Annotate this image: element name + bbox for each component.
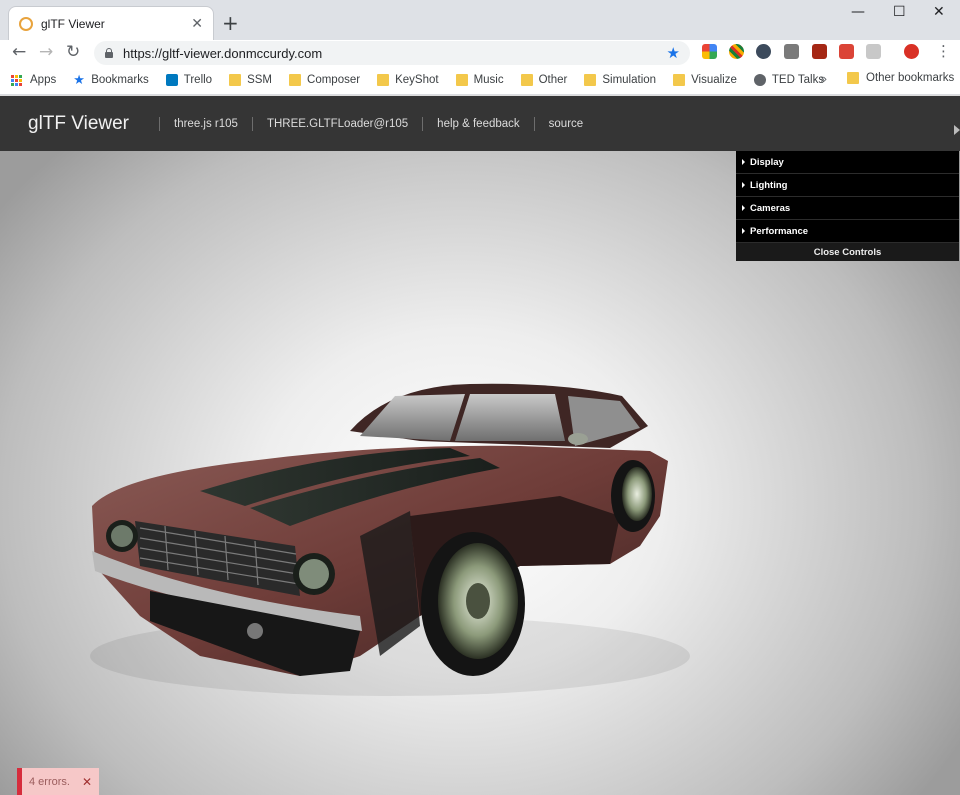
new-tab-icon[interactable]: + — [222, 11, 239, 35]
folder-display[interactable]: Display — [736, 151, 959, 174]
bookmark-label: Bookmarks — [91, 74, 149, 86]
side-panel-caret-icon[interactable] — [954, 125, 960, 135]
profile-avatar[interactable] — [904, 44, 919, 59]
folder-cameras[interactable]: Cameras — [736, 197, 959, 220]
bookmark-item[interactable]: TED Talks — [753, 74, 825, 86]
bookmark-item[interactable]: Composer — [289, 74, 360, 86]
header-divider — [533, 116, 535, 131]
bookmark-label: Simulation — [602, 74, 657, 86]
extension-icon[interactable] — [702, 44, 717, 59]
app-header: glTF Viewer three.js r105 THREE.GLTFLoad… — [0, 96, 960, 151]
folder-icon — [455, 74, 468, 86]
globe-icon — [753, 74, 766, 86]
header-divider — [251, 116, 253, 131]
bookmark-item[interactable]: Visualize — [673, 74, 737, 86]
folder-label: Cameras — [750, 202, 791, 214]
browser-toolbar: ← → ↻ https://gltf-viewer.donmccurdy.com… — [0, 40, 960, 66]
app-brand[interactable]: glTF Viewer — [28, 113, 129, 135]
lock-icon — [104, 47, 114, 59]
error-count[interactable]: 4 errors. — [29, 776, 82, 788]
tab-strip: glTF Viewer ✕ + — ☐ ✕ — [0, 0, 960, 40]
browser-tab[interactable]: glTF Viewer ✕ — [8, 6, 214, 40]
header-divider — [159, 116, 161, 131]
help-feedback-link[interactable]: help & feedback — [437, 118, 519, 130]
bookmark-label: SSM — [247, 74, 273, 86]
gltf-favicon-icon — [19, 16, 33, 31]
threejs-version-link[interactable]: three.js r105 — [174, 118, 238, 130]
forward-arrow-icon[interactable]: → — [39, 42, 53, 62]
folder-label: Display — [750, 156, 784, 168]
folder-icon — [289, 74, 302, 86]
header-divider — [422, 116, 424, 131]
back-arrow-icon[interactable]: ← — [12, 42, 26, 62]
folder-icon — [520, 74, 533, 86]
bookmark-item[interactable]: Simulation — [584, 74, 656, 86]
bookmark-item[interactable]: ★ Bookmarks — [73, 72, 149, 87]
folder-performance[interactable]: Performance — [736, 220, 959, 243]
extension-icon[interactable] — [784, 44, 799, 59]
bookmark-label: Apps — [30, 74, 57, 86]
tab-title: glTF Viewer — [41, 16, 105, 31]
folder-label: Performance — [750, 225, 809, 237]
bookmarks-bar: Apps ★ Bookmarks Trello SSM Composer Key… — [0, 66, 960, 95]
bookmark-label: Music — [473, 74, 504, 86]
bookmark-item[interactable]: Other — [520, 74, 568, 86]
bookmark-item[interactable]: KeyShot — [377, 74, 439, 86]
bookmark-star-icon[interactable]: ★ — [667, 44, 680, 62]
bookmark-item[interactable]: SSM — [229, 74, 272, 86]
extension-icon[interactable] — [756, 44, 771, 59]
folder-lighting[interactable]: Lighting — [736, 174, 959, 197]
tab-close-icon[interactable]: ✕ — [191, 16, 203, 32]
folder-icon — [673, 74, 686, 86]
bookmark-item[interactable]: Music — [455, 74, 504, 86]
error-close-icon[interactable]: ✕ — [82, 775, 92, 789]
other-bookmarks[interactable]: Other bookmarks — [847, 72, 954, 84]
bookmark-apps[interactable]: Apps — [11, 74, 56, 86]
window-close-icon[interactable]: ✕ — [933, 4, 945, 20]
url-text[interactable]: https://gltf-viewer.donmccurdy.com — [123, 46, 667, 61]
trello-icon — [165, 74, 178, 86]
caret-right-icon — [742, 159, 745, 165]
source-link[interactable]: source — [549, 118, 584, 130]
maximize-icon[interactable]: ☐ — [893, 4, 906, 20]
close-controls-button[interactable]: Close Controls — [736, 243, 959, 261]
bookmarks-overflow-chevron-icon[interactable]: » — [820, 72, 827, 86]
bookmark-label: Other — [538, 74, 568, 86]
apps-grid-icon — [11, 74, 22, 86]
folder-label: Lighting — [750, 179, 788, 191]
folder-icon — [377, 74, 390, 86]
bookmark-item[interactable]: Trello — [165, 74, 213, 86]
caret-right-icon — [742, 228, 745, 234]
folder-icon — [229, 74, 242, 86]
extension-icon[interactable] — [839, 44, 854, 59]
minimize-icon[interactable]: — — [851, 4, 865, 20]
folder-icon — [584, 74, 597, 86]
caret-right-icon — [742, 182, 745, 188]
reload-icon[interactable]: ↻ — [66, 42, 80, 62]
bookmark-label: Visualize — [691, 74, 737, 86]
viewer-page: glTF Viewer three.js r105 THREE.GLTFLoad… — [0, 96, 960, 795]
star-icon: ★ — [73, 72, 85, 87]
caret-right-icon — [742, 205, 745, 211]
address-bar[interactable]: https://gltf-viewer.donmccurdy.com ★ — [94, 41, 690, 65]
controls-panel: Display Lighting Cameras Performance Clo… — [736, 151, 959, 261]
menu-kebab-icon[interactable]: ⋮ — [936, 42, 951, 60]
bookmark-label: TED Talks — [771, 74, 825, 86]
bookmark-label: KeyShot — [395, 74, 439, 86]
gltfloader-version-link[interactable]: THREE.GLTFLoader@r105 — [267, 118, 408, 130]
folder-icon — [847, 72, 859, 84]
bookmark-label: Trello — [183, 74, 213, 86]
other-bookmarks-label: Other bookmarks — [866, 72, 955, 84]
pdf-extension-icon[interactable] — [866, 44, 881, 59]
extension-icon[interactable] — [729, 44, 744, 59]
error-badge[interactable]: 4 errors. ✕ — [17, 768, 99, 795]
bookmark-label: Composer — [307, 74, 361, 86]
extension-icon[interactable] — [812, 44, 827, 59]
